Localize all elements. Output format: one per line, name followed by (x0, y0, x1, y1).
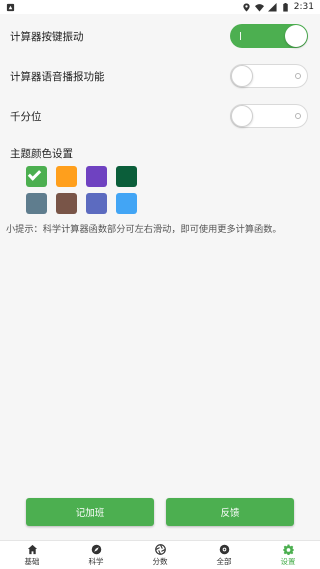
nav-item-settings[interactable]: 设置 (256, 541, 320, 569)
toggle-knob (231, 105, 253, 127)
nav-item-all[interactable]: 全部 (192, 541, 256, 569)
theme-color-grid (26, 166, 146, 214)
home-icon (27, 544, 37, 554)
check-icon (27, 167, 42, 181)
nav-item-science[interactable]: 科学 (64, 541, 128, 569)
dashboard-icon (219, 544, 229, 554)
theme-color-swatch[interactable] (116, 193, 137, 214)
aperture-icon (154, 543, 166, 555)
settings-content: 计算器按键振动 计算器语音播报功能 千分位 主题颜色设置 小提示：科学计算器函数… (0, 14, 320, 235)
wifi-icon (254, 3, 264, 12)
theme-color-swatch[interactable] (86, 193, 107, 214)
nav-label: 基础 (24, 556, 40, 566)
status-time: 2:31 (293, 2, 314, 12)
thousands-toggle[interactable] (230, 104, 308, 128)
notes-button[interactable]: 记加班 (26, 498, 154, 526)
feedback-button[interactable]: 反馈 (166, 498, 294, 526)
theme-color-swatch[interactable] (26, 166, 47, 187)
swatch-row (26, 193, 146, 214)
nav-label: 科学 (88, 556, 104, 566)
theme-title: 主题颜色设置 (10, 148, 73, 160)
voice-setting-row: 计算器语音播报功能 (0, 56, 320, 96)
theme-color-swatch[interactable] (56, 166, 77, 187)
vibration-toggle[interactable] (230, 24, 308, 48)
notification-icon (6, 3, 15, 11)
vibration-label: 计算器按键振动 (10, 30, 84, 43)
swatch-row (26, 166, 146, 187)
voice-label: 计算器语音播报功能 (10, 70, 105, 83)
voice-toggle[interactable] (230, 64, 308, 88)
theme-color-swatch[interactable] (86, 166, 107, 187)
bottom-nav: 基础 科学 分数 全部 设置 (0, 540, 320, 569)
thousands-setting-row: 千分位 (0, 96, 320, 136)
theme-color-swatch[interactable] (116, 166, 137, 187)
theme-color-swatch[interactable] (26, 193, 47, 214)
nav-item-fraction[interactable]: 分数 (128, 541, 192, 569)
toggle-knob (285, 25, 307, 47)
vibration-setting-row: 计算器按键振动 (0, 16, 320, 56)
signal-icon (267, 2, 277, 12)
nav-item-basic[interactable]: 基础 (0, 541, 64, 569)
battery-icon (283, 2, 288, 12)
toggle-off-mark (295, 73, 301, 79)
toggle-on-mark (240, 32, 241, 40)
gear-icon (282, 543, 294, 555)
nav-label: 分数 (152, 556, 168, 566)
nav-label: 设置 (280, 556, 296, 566)
theme-color-swatch[interactable] (56, 193, 77, 214)
status-bar: 2:31 (0, 0, 320, 14)
nav-label: 全部 (216, 556, 232, 566)
location-icon (243, 2, 250, 12)
toggle-knob (231, 65, 253, 87)
toggle-off-mark (295, 113, 301, 119)
thousands-label: 千分位 (10, 110, 42, 123)
compass-icon (91, 544, 101, 554)
tip-text: 小提示：科学计算器函数部分可左右滑动，即可使用更多计算函数。 (6, 224, 282, 235)
